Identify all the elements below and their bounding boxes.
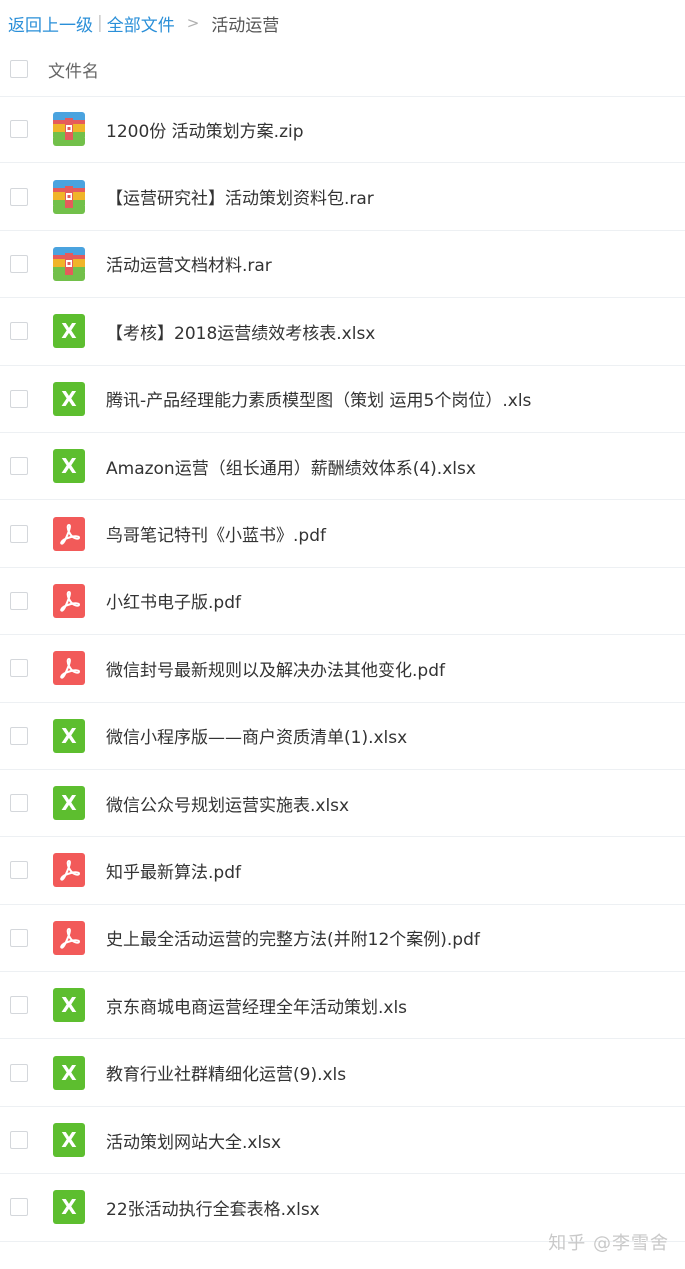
file-name[interactable]: 微信公众号规划运营实施表.xlsx <box>106 791 349 816</box>
file-row[interactable]: X 腾讯-产品经理能力素质模型图（策划 运用5个岗位）.xls <box>0 366 685 433</box>
file-row[interactable]: X 京东商城电商运营经理全年活动策划.xls <box>0 972 685 1040</box>
excel-glyph: X <box>61 1128 77 1153</box>
file-checkbox[interactable] <box>10 1198 28 1217</box>
breadcrumb-divider: | <box>97 13 103 33</box>
excel-file-icon: X <box>53 314 85 349</box>
file-row[interactable]: 1200份 活动策划方案.zip <box>0 96 685 164</box>
file-checkbox[interactable] <box>10 794 28 813</box>
breadcrumb-arrow-icon: > <box>186 14 200 32</box>
file-row[interactable]: 小红书电子版.pdf <box>0 568 685 636</box>
pdf-file-icon <box>53 516 85 551</box>
file-name[interactable]: 腾讯-产品经理能力素质模型图（策划 运用5个岗位）.xls <box>106 386 531 411</box>
excel-file-icon: X <box>53 786 85 821</box>
archive-file-icon <box>53 246 85 281</box>
file-checkbox[interactable] <box>10 187 28 206</box>
excel-file-icon: X <box>53 988 85 1023</box>
current-folder: 活动运营 <box>211 15 280 36</box>
file-checkbox[interactable] <box>10 389 28 408</box>
excel-file-icon: X <box>53 1055 85 1090</box>
excel-glyph: X <box>61 319 77 344</box>
file-name[interactable]: 【运营研究社】活动策划资料包.rar <box>106 184 374 209</box>
pdf-file-icon <box>53 583 85 618</box>
file-row[interactable]: 活动运营文档材料.rar <box>0 231 685 299</box>
file-name[interactable]: 活动策划网站大全.xlsx <box>106 1128 281 1153</box>
file-name[interactable]: 京东商城电商运营经理全年活动策划.xls <box>106 993 407 1018</box>
column-filename-header[interactable]: 文件名 <box>48 57 99 82</box>
all-files-link[interactable]: 全部文件 <box>107 11 175 36</box>
file-name[interactable]: 鸟哥笔记特刊《小蓝书》.pdf <box>106 521 326 546</box>
file-name[interactable]: 1200份 活动策划方案.zip <box>106 117 304 142</box>
excel-glyph: X <box>61 993 77 1018</box>
file-checkbox[interactable] <box>10 322 28 341</box>
file-checkbox[interactable] <box>10 120 28 139</box>
file-row[interactable]: X 微信公众号规划运营实施表.xlsx <box>0 770 685 838</box>
file-checkbox[interactable] <box>10 1063 28 1082</box>
file-row[interactable]: 知乎最新算法.pdf <box>0 837 685 905</box>
file-row[interactable]: X 活动策划网站大全.xlsx <box>0 1107 685 1175</box>
file-name[interactable]: 22张活动执行全套表格.xlsx <box>106 1195 320 1220</box>
file-name[interactable]: 教育行业社群精细化运营(9).xls <box>106 1060 346 1085</box>
file-row[interactable]: 【运营研究社】活动策划资料包.rar <box>0 163 685 231</box>
file-row[interactable]: 微信封号最新规则以及解决办法其他变化.pdf <box>0 635 685 703</box>
excel-glyph: X <box>61 791 77 816</box>
file-name[interactable]: 活动运营文档材料.rar <box>106 251 272 276</box>
file-checkbox[interactable] <box>10 996 28 1015</box>
file-name[interactable]: 微信小程序版——商户资质清单(1).xlsx <box>106 723 407 748</box>
breadcrumb: 返回上一级 | 全部文件 > 活动运营 <box>8 10 279 36</box>
file-name[interactable]: 小红书电子版.pdf <box>106 588 241 613</box>
excel-glyph: X <box>61 1060 77 1085</box>
excel-glyph: X <box>61 1195 77 1220</box>
archive-file-icon <box>53 112 85 147</box>
file-checkbox[interactable] <box>10 254 28 273</box>
file-name[interactable]: Amazon运营（组长通用）薪酬绩效体系(4).xlsx <box>106 454 476 479</box>
excel-glyph: X <box>61 454 77 479</box>
file-name[interactable]: 微信封号最新规则以及解决办法其他变化.pdf <box>106 656 445 681</box>
file-row[interactable]: 史上最全活动运营的完整方法(并附12个案例).pdf <box>0 905 685 973</box>
file-row[interactable]: X 教育行业社群精细化运营(9).xls <box>0 1039 685 1107</box>
file-row[interactable]: X 微信小程序版——商户资质清单(1).xlsx <box>0 703 685 770</box>
file-checkbox[interactable] <box>10 1131 28 1150</box>
file-name[interactable]: 史上最全活动运营的完整方法(并附12个案例).pdf <box>106 925 480 950</box>
pdf-file-icon <box>53 920 85 955</box>
file-list-header: 文件名 <box>0 42 685 97</box>
file-checkbox[interactable] <box>10 659 28 678</box>
select-all-checkbox[interactable] <box>10 60 28 78</box>
file-checkbox[interactable] <box>10 457 28 476</box>
pdf-file-icon <box>53 853 85 888</box>
file-row[interactable]: 鸟哥笔记特刊《小蓝书》.pdf <box>0 500 685 568</box>
back-link[interactable]: 返回上一级 <box>8 11 93 36</box>
excel-glyph: X <box>61 723 77 748</box>
file-checkbox[interactable] <box>10 591 28 610</box>
excel-file-icon: X <box>53 718 85 753</box>
excel-file-icon: X <box>53 1190 85 1225</box>
file-row[interactable]: X 【考核】2018运营绩效考核表.xlsx <box>0 298 685 366</box>
excel-file-icon: X <box>53 1123 85 1158</box>
file-list: 1200份 活动策划方案.zip 【运营研究社】活动策划资料包.rar 活动运营文档… <box>0 96 685 1242</box>
file-checkbox[interactable] <box>10 524 28 543</box>
file-checkbox[interactable] <box>10 861 28 880</box>
watermark: 知乎 @李雪舍 <box>548 1233 669 1254</box>
file-name[interactable]: 【考核】2018运营绩效考核表.xlsx <box>106 319 375 344</box>
file-name[interactable]: 知乎最新算法.pdf <box>106 858 241 883</box>
archive-file-icon <box>53 179 85 214</box>
file-checkbox[interactable] <box>10 726 28 745</box>
file-row[interactable]: X Amazon运营（组长通用）薪酬绩效体系(4).xlsx <box>0 433 685 501</box>
pdf-file-icon <box>53 651 85 686</box>
file-checkbox[interactable] <box>10 928 28 947</box>
excel-glyph: X <box>61 386 77 411</box>
excel-file-icon: X <box>53 449 85 484</box>
excel-file-icon: X <box>53 381 85 416</box>
